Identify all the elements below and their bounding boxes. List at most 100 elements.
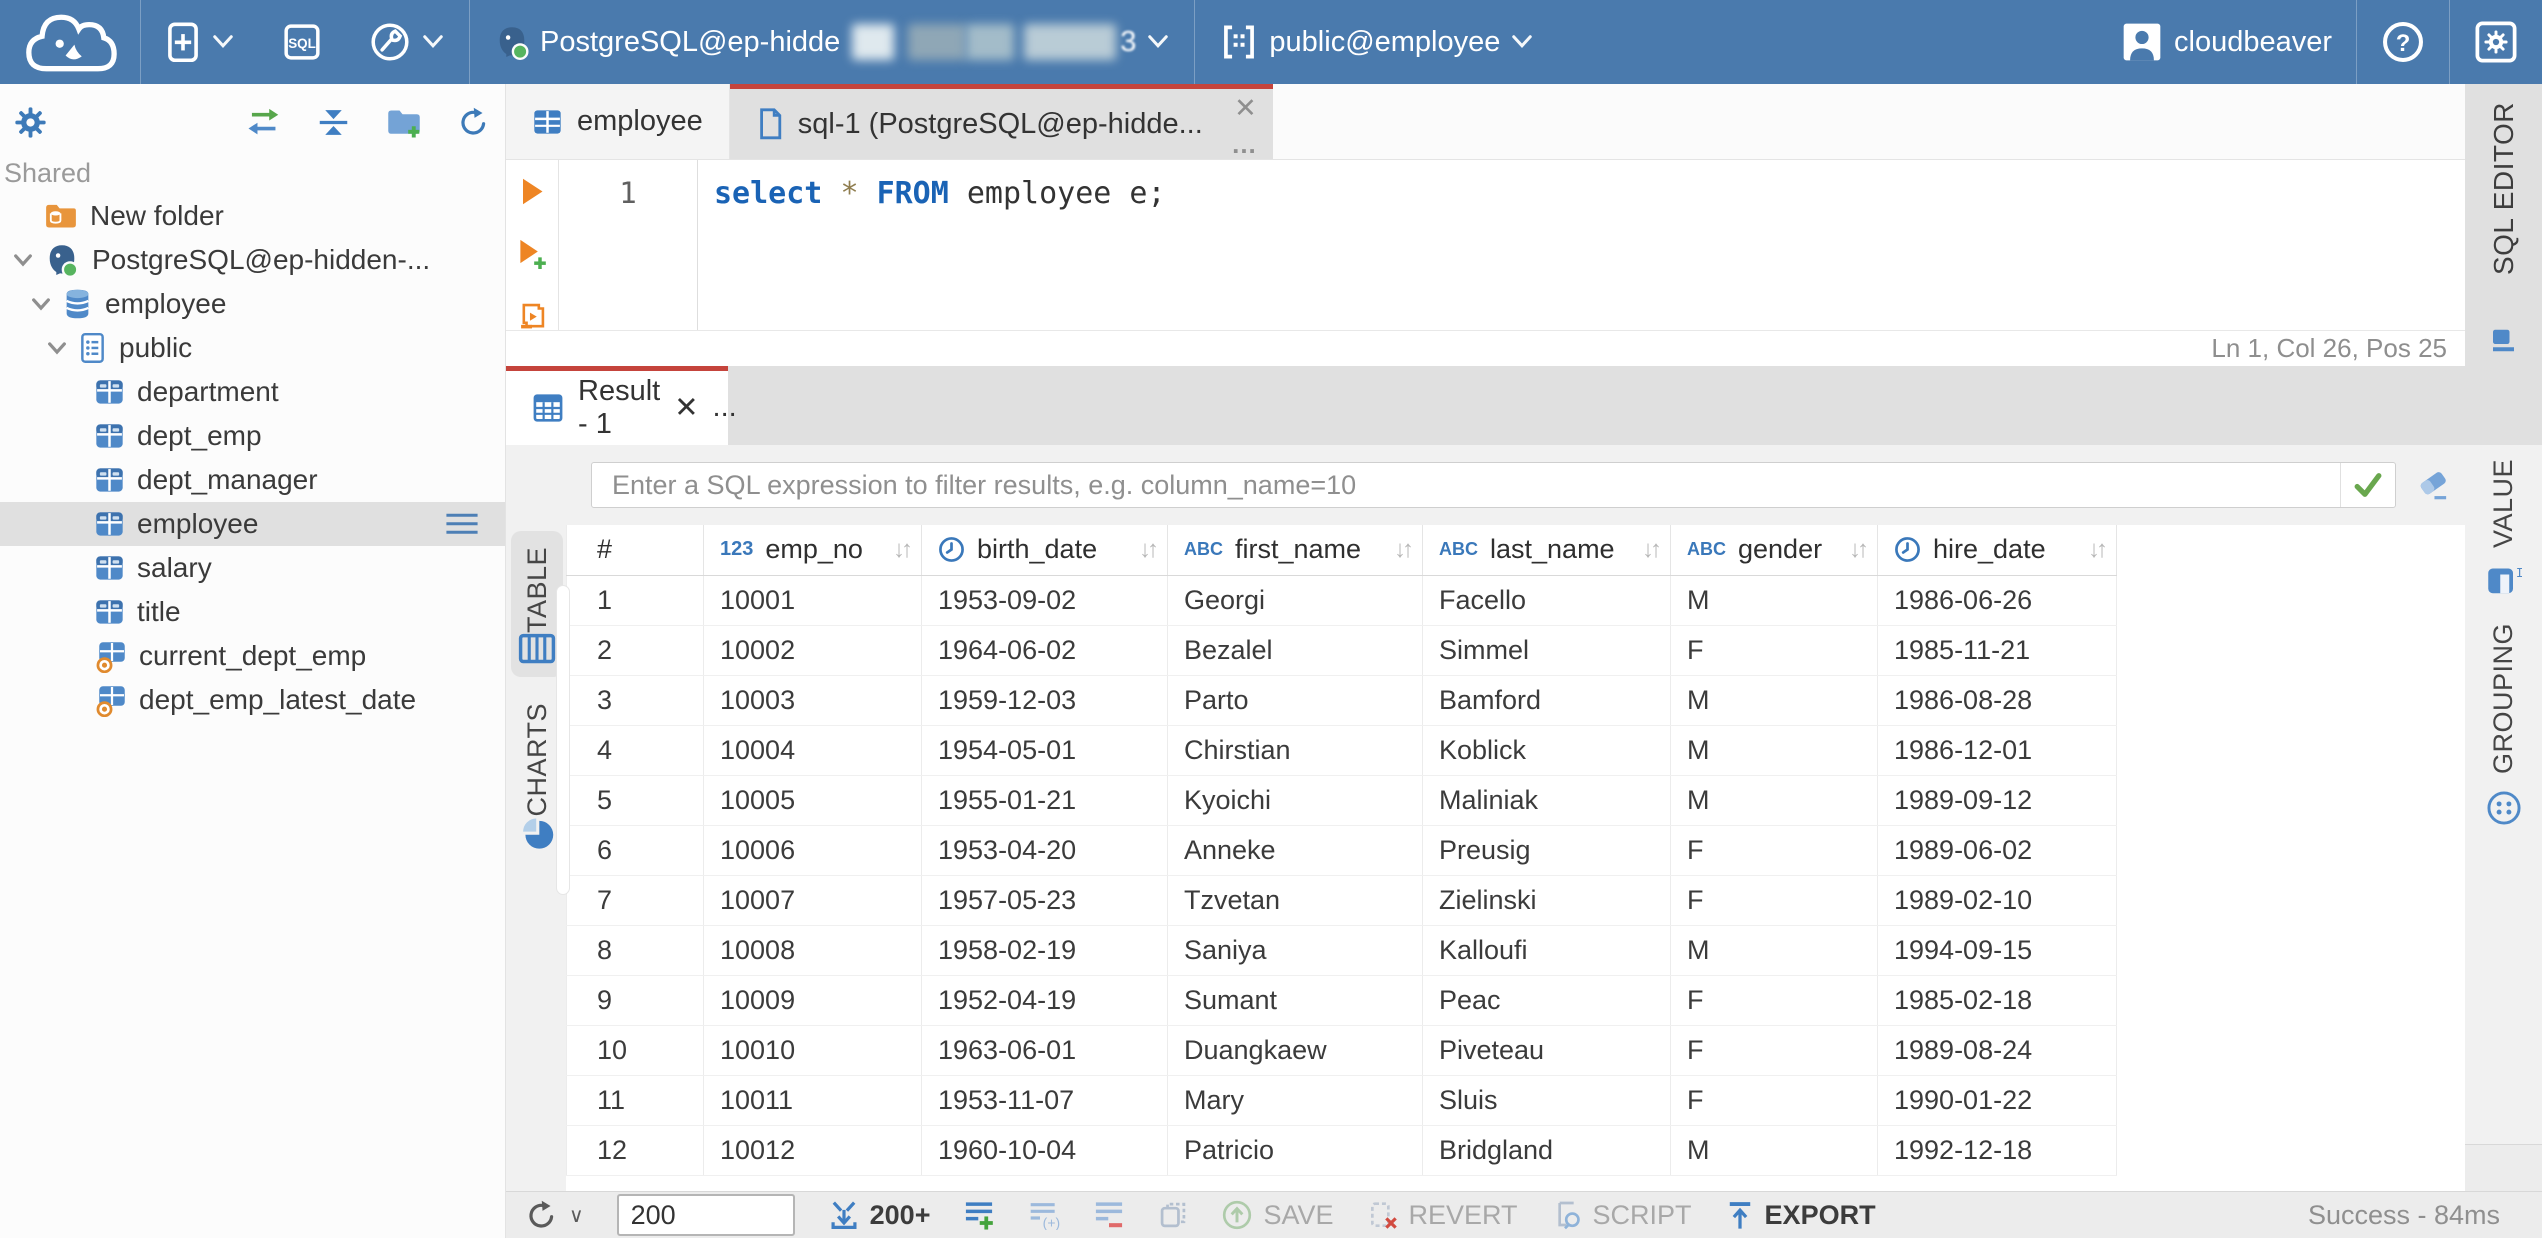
tree-item-title[interactable]: title — [0, 590, 505, 634]
sql-code-area[interactable]: select * FROM employee e; — [698, 160, 2465, 330]
data-cell[interactable]: 1953-04-20 — [921, 825, 1168, 876]
data-cell[interactable]: Bezalel — [1167, 625, 1423, 676]
data-cell[interactable]: M — [1670, 725, 1878, 776]
execute-query-button[interactable] — [517, 175, 547, 208]
refresh-results-button[interactable]: ∨ — [526, 1200, 584, 1231]
data-cell[interactable]: 10011 — [703, 1075, 922, 1126]
data-cell[interactable]: Tzvetan — [1167, 875, 1423, 926]
data-cell[interactable]: Kalloufi — [1422, 925, 1671, 976]
tab-value-panel[interactable]: VALUE I — [2486, 459, 2522, 597]
data-cell[interactable]: 10004 — [703, 725, 922, 776]
link-editor-button[interactable] — [245, 105, 281, 138]
data-cell[interactable]: Bridgland — [1422, 1125, 1671, 1176]
column-header-emp_no[interactable]: 123 emp_no ↓↑ — [703, 525, 922, 576]
export-button[interactable]: EXPORT — [1725, 1200, 1876, 1231]
data-cell[interactable]: Kyoichi — [1167, 775, 1423, 826]
sort-icon[interactable]: ↓↑ — [1849, 536, 1869, 564]
data-cell[interactable]: 1985-11-21 — [1877, 625, 2117, 676]
data-cell[interactable]: 1986-12-01 — [1877, 725, 2117, 776]
user-menu[interactable]: cloudbeaver — [2096, 0, 2356, 84]
column-header-hire_date[interactable]: hire_date ↓↑ — [1877, 525, 2117, 576]
data-cell[interactable]: 1960-10-04 — [921, 1125, 1168, 1176]
tree-item-employee[interactable]: employee — [0, 282, 505, 326]
tab-overflow-icon[interactable]: ... — [1232, 131, 1257, 157]
add-row-button[interactable] — [963, 1199, 995, 1231]
data-cell[interactable]: 1985-02-18 — [1877, 975, 2117, 1026]
tree-item-dept-manager[interactable]: dept_manager — [0, 458, 505, 502]
cloudbeaver-logo-icon[interactable] — [0, 4, 140, 80]
new-object-button[interactable] — [141, 0, 259, 84]
tab-overflow-icon[interactable]: ... — [713, 391, 737, 424]
tree-item-new-folder[interactable]: New folder — [0, 194, 505, 238]
tree-item-postgresql-ep-hidden-[interactable]: PostgreSQL@ep-hidden-... — [0, 238, 505, 282]
fetch-more-button[interactable]: 200+ — [828, 1199, 930, 1231]
data-cell[interactable]: M — [1670, 675, 1878, 726]
data-cell[interactable]: F — [1670, 975, 1878, 1026]
save-button[interactable]: SAVE — [1221, 1199, 1334, 1231]
tree-item-public[interactable]: public — [0, 326, 505, 370]
tree-item-dept-emp[interactable]: dept_emp — [0, 414, 505, 458]
table-row[interactable]: 5 10005 1955-01-21 Kyoichi Maliniak M 1989-09-… — [566, 775, 2117, 826]
table-row[interactable]: 12 10012 1960-10-04 Patricio Bridgland M 1992-… — [566, 1125, 2117, 1176]
data-cell[interactable]: 1953-09-02 — [921, 575, 1168, 626]
table-row[interactable]: 7 10007 1957-05-23 Tzvetan Zielinski F 1989-02… — [566, 875, 2117, 926]
data-cell[interactable]: 1963-06-01 — [921, 1025, 1168, 1076]
revert-button[interactable]: REVERT — [1367, 1199, 1518, 1231]
table-row[interactable]: 2 10002 1964-06-02 Bezalel Simmel F 1985-11-21 — [566, 625, 2117, 676]
table-row[interactable]: 11 10011 1953-11-07 Mary Sluis F 1990-01-22 — [566, 1075, 2117, 1126]
grid-scrollbar[interactable] — [556, 585, 570, 895]
collapse-all-button[interactable] — [317, 106, 350, 139]
data-cell[interactable]: Patricio — [1167, 1125, 1423, 1176]
close-tab-icon[interactable]: ✕ — [1234, 95, 1257, 122]
data-cell[interactable]: Piveteau — [1422, 1025, 1671, 1076]
data-cell[interactable]: F — [1670, 875, 1878, 926]
data-cell[interactable]: Chirstian — [1167, 725, 1423, 776]
copy-button[interactable] — [1158, 1200, 1188, 1230]
data-cell[interactable]: 1964-06-02 — [921, 625, 1168, 676]
table-row[interactable]: 8 10008 1958-02-19 Saniya Kalloufi M 1994-09-1… — [566, 925, 2117, 976]
sort-icon[interactable]: ↓↑ — [1642, 536, 1662, 564]
column-header-gender[interactable]: ABC gender ↓↑ — [1670, 525, 1878, 576]
data-cell[interactable]: 10001 — [703, 575, 922, 626]
data-cell[interactable]: F — [1670, 825, 1878, 876]
new-sql-editor-button[interactable]: SQL — [259, 0, 345, 84]
column-header-last_name[interactable]: ABC last_name ↓↑ — [1422, 525, 1671, 576]
settings-button[interactable] — [2450, 0, 2542, 84]
data-cell[interactable]: Sluis — [1422, 1075, 1671, 1126]
tree-item-current-dept-emp[interactable]: current_dept_emp — [0, 634, 505, 678]
sort-icon[interactable]: ↓↑ — [893, 536, 913, 564]
data-cell[interactable]: 1959-12-03 — [921, 675, 1168, 726]
tree-item-employee[interactable]: employee — [0, 502, 505, 546]
data-cell[interactable]: Preusig — [1422, 825, 1671, 876]
clear-filter-button[interactable] — [2414, 467, 2452, 502]
data-cell[interactable]: 1994-09-15 — [1877, 925, 2117, 976]
expand-chevron-icon[interactable] — [8, 247, 38, 273]
data-cell[interactable]: Sumant — [1167, 975, 1423, 1026]
sort-icon[interactable]: ↓↑ — [2088, 536, 2108, 564]
data-cell[interactable]: 1952-04-19 — [921, 975, 1168, 1026]
data-cell[interactable]: 1989-08-24 — [1877, 1025, 2117, 1076]
data-cell[interactable]: Anneke — [1167, 825, 1423, 876]
data-cell[interactable]: 1989-09-12 — [1877, 775, 2117, 826]
data-cell[interactable]: Zielinski — [1422, 875, 1671, 926]
data-cell[interactable]: M — [1670, 925, 1878, 976]
data-cell[interactable]: Georgi — [1167, 575, 1423, 626]
tab-sql-editor-panel[interactable]: SQL EDITOR — [2465, 84, 2542, 365]
table-row[interactable]: 6 10006 1953-04-20 Anneke Preusig F 1989-06-02 — [566, 825, 2117, 876]
data-cell[interactable]: F — [1670, 1075, 1878, 1126]
table-row[interactable]: 9 10009 1952-04-19 Sumant Peac F 1985-02-18 — [566, 975, 2117, 1026]
data-cell[interactable]: 10006 — [703, 825, 922, 876]
data-cell[interactable]: 10012 — [703, 1125, 922, 1176]
data-cell[interactable]: Simmel — [1422, 625, 1671, 676]
tab-sql-editor[interactable]: sql-1 (PostgreSQL@ep-hidde... ✕ ... — [729, 84, 1273, 160]
row-limit-input[interactable] — [616, 1194, 795, 1236]
sort-icon[interactable]: ↓↑ — [1394, 536, 1414, 564]
data-cell[interactable]: Mary — [1167, 1075, 1423, 1126]
help-button[interactable]: ? — [2357, 0, 2449, 84]
data-cell[interactable]: 1990-01-22 — [1877, 1075, 2117, 1126]
close-tab-icon[interactable]: ✕ — [674, 390, 698, 425]
data-cell[interactable]: Parto — [1167, 675, 1423, 726]
duplicate-row-button[interactable]: (+) — [1028, 1200, 1060, 1230]
expand-chevron-icon[interactable] — [26, 291, 56, 317]
tools-button[interactable] — [345, 0, 469, 84]
